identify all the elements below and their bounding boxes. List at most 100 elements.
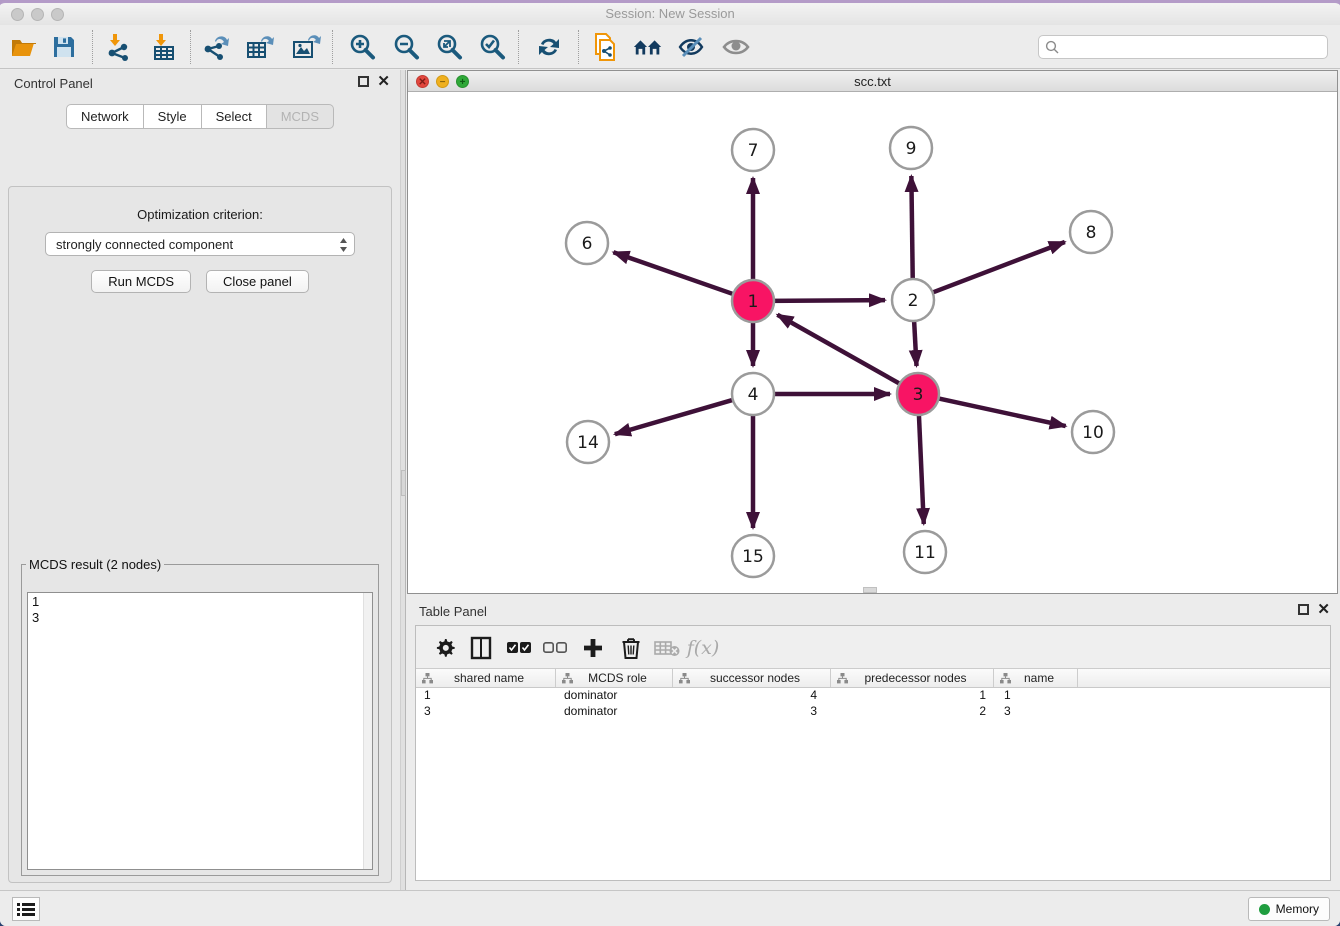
memory-button[interactable]: Memory <box>1248 897 1330 921</box>
graph-node-2[interactable]: 2 <box>892 279 934 321</box>
zoom-out-icon[interactable] <box>390 32 422 62</box>
export-image-icon[interactable] <box>290 32 322 62</box>
table-cell-shared_name[interactable]: 1 <box>416 688 556 704</box>
select-all-columns-icon[interactable] <box>504 633 534 663</box>
delete-table-icon[interactable] <box>652 633 682 663</box>
tab-mcds[interactable]: MCDS <box>267 104 334 129</box>
import-table-icon[interactable] <box>148 32 180 62</box>
table-cell-name[interactable]: 1 <box>994 688 1078 704</box>
column-header[interactable]: shared name <box>416 669 556 687</box>
table-row[interactable]: 3dominator323 <box>416 704 1330 720</box>
table-cell-predecessor_nodes[interactable]: 2 <box>831 704 994 720</box>
close-panel-icon[interactable]: ✕ <box>377 76 390 87</box>
search-field[interactable] <box>1038 35 1328 59</box>
open-session-icon[interactable] <box>8 32 40 62</box>
graph-node-15[interactable]: 15 <box>732 535 774 577</box>
zoom-fit-icon[interactable] <box>433 32 465 62</box>
show-all-networks-icon[interactable] <box>632 32 664 62</box>
graph-edge-3-10[interactable] <box>936 398 1066 426</box>
column-header[interactable]: predecessor nodes <box>831 669 994 687</box>
svg-text:15: 15 <box>742 547 764 567</box>
optimization-criterion-select[interactable]: strongly connected component <box>45 232 355 256</box>
tab-select[interactable]: Select <box>202 104 267 129</box>
float-panel-icon[interactable] <box>358 76 369 87</box>
svg-text:8: 8 <box>1086 223 1097 243</box>
node-table-container: f(x) shared nameMCDS rolesuccessor nodes… <box>415 625 1331 881</box>
table-header-row[interactable]: shared nameMCDS rolesuccessor nodesprede… <box>416 669 1330 688</box>
app-window: Session: New Session <box>0 0 1340 926</box>
hide-selected-icon[interactable] <box>676 32 708 62</box>
graph-edge-1-6[interactable] <box>613 252 736 295</box>
float-table-panel-icon[interactable] <box>1298 604 1309 615</box>
column-header[interactable]: name <box>994 669 1078 687</box>
graph-edge-2-3[interactable] <box>914 318 917 366</box>
table-cell-predecessor_nodes[interactable]: 1 <box>831 688 994 704</box>
export-network-icon[interactable] <box>200 32 232 62</box>
table-cell-mcds_role[interactable]: dominator <box>556 704 673 720</box>
network-divider-grip[interactable] <box>863 587 877 593</box>
result-item[interactable]: 3 <box>28 609 372 625</box>
table-settings-icon[interactable] <box>430 633 460 663</box>
divider-grip[interactable] <box>401 470 406 496</box>
import-network-icon[interactable] <box>102 32 134 62</box>
tab-network[interactable]: Network <box>66 104 144 129</box>
graph-node-4[interactable]: 4 <box>732 373 774 415</box>
graph-node-6[interactable]: 6 <box>566 222 608 264</box>
network-canvas[interactable]: 7 9 6 8 1 2 4 3 14 10 15 11 <box>408 92 1337 593</box>
mcds-result-title: MCDS result (2 nodes) <box>26 557 164 572</box>
zoom-in-icon[interactable] <box>346 32 378 62</box>
graph-edge-3-11[interactable] <box>919 412 924 524</box>
result-item[interactable]: 1 <box>28 593 372 609</box>
svg-text:3: 3 <box>913 385 924 405</box>
table-row[interactable]: 1dominator411 <box>416 688 1330 704</box>
column-header[interactable]: MCDS role <box>556 669 673 687</box>
graph-node-9[interactable]: 9 <box>890 127 932 169</box>
svg-text:6: 6 <box>582 234 593 254</box>
table-cell-successor_nodes[interactable]: 3 <box>673 704 831 720</box>
graph-node-14[interactable]: 14 <box>567 421 609 463</box>
run-mcds-button[interactable]: Run MCDS <box>91 270 191 293</box>
tab-style[interactable]: Style <box>144 104 202 129</box>
control-panel-header: Control Panel ✕ <box>0 70 400 96</box>
result-scrollbar[interactable] <box>363 593 372 869</box>
graph-edge-4-14[interactable] <box>615 399 736 434</box>
task-history-button[interactable] <box>12 897 40 921</box>
table-cell-successor_nodes[interactable]: 4 <box>673 688 831 704</box>
graph-edge-1-2[interactable] <box>771 300 885 301</box>
memory-label: Memory <box>1276 902 1319 916</box>
graph-node-10[interactable]: 10 <box>1072 411 1114 453</box>
table-cell-shared_name[interactable]: 3 <box>416 704 556 720</box>
function-builder-icon[interactable]: f(x) <box>688 633 718 663</box>
show-hidden-icon[interactable] <box>720 32 752 62</box>
add-column-icon[interactable] <box>578 633 608 663</box>
delete-column-icon[interactable] <box>616 633 646 663</box>
export-table-icon[interactable] <box>244 32 276 62</box>
close-table-panel-icon[interactable]: ✕ <box>1317 604 1330 615</box>
close-panel-button[interactable]: Close panel <box>206 270 309 293</box>
apply-layout-icon[interactable] <box>533 32 565 62</box>
save-session-icon[interactable] <box>48 32 80 62</box>
graph-node-11[interactable]: 11 <box>904 531 946 573</box>
deselect-all-columns-icon[interactable] <box>540 633 570 663</box>
graph-edge-2-8[interactable] <box>930 242 1065 294</box>
column-header[interactable]: successor nodes <box>673 669 831 687</box>
graph-node-3[interactable]: 3 <box>897 373 939 415</box>
graph-node-7[interactable]: 7 <box>732 129 774 171</box>
split-panel-icon[interactable] <box>466 633 496 663</box>
table-body[interactable]: 1dominator4113dominator323 <box>416 688 1330 720</box>
table-cell-mcds_role[interactable]: dominator <box>556 688 673 704</box>
svg-text:10: 10 <box>1082 423 1104 443</box>
graph-edge-2-9[interactable] <box>911 176 912 282</box>
mcds-result-list[interactable]: 13 <box>27 592 373 870</box>
table-cell-name[interactable]: 3 <box>994 704 1078 720</box>
graph-edge-3-1[interactable] <box>777 315 902 385</box>
zoom-selected-icon[interactable] <box>476 32 508 62</box>
mcds-result-group: MCDS result (2 nodes) 13 <box>21 557 379 876</box>
column-type-icon <box>562 673 573 684</box>
table-toolbar: f(x) <box>416 626 1330 669</box>
duplicate-network-icon[interactable] <box>589 32 621 62</box>
graph-node-8[interactable]: 8 <box>1070 211 1112 253</box>
graph-node-1[interactable]: 1 <box>732 280 774 322</box>
network-window-titlebar[interactable]: ✕ − + scc.txt <box>408 71 1337 92</box>
search-input[interactable] <box>1060 40 1327 54</box>
